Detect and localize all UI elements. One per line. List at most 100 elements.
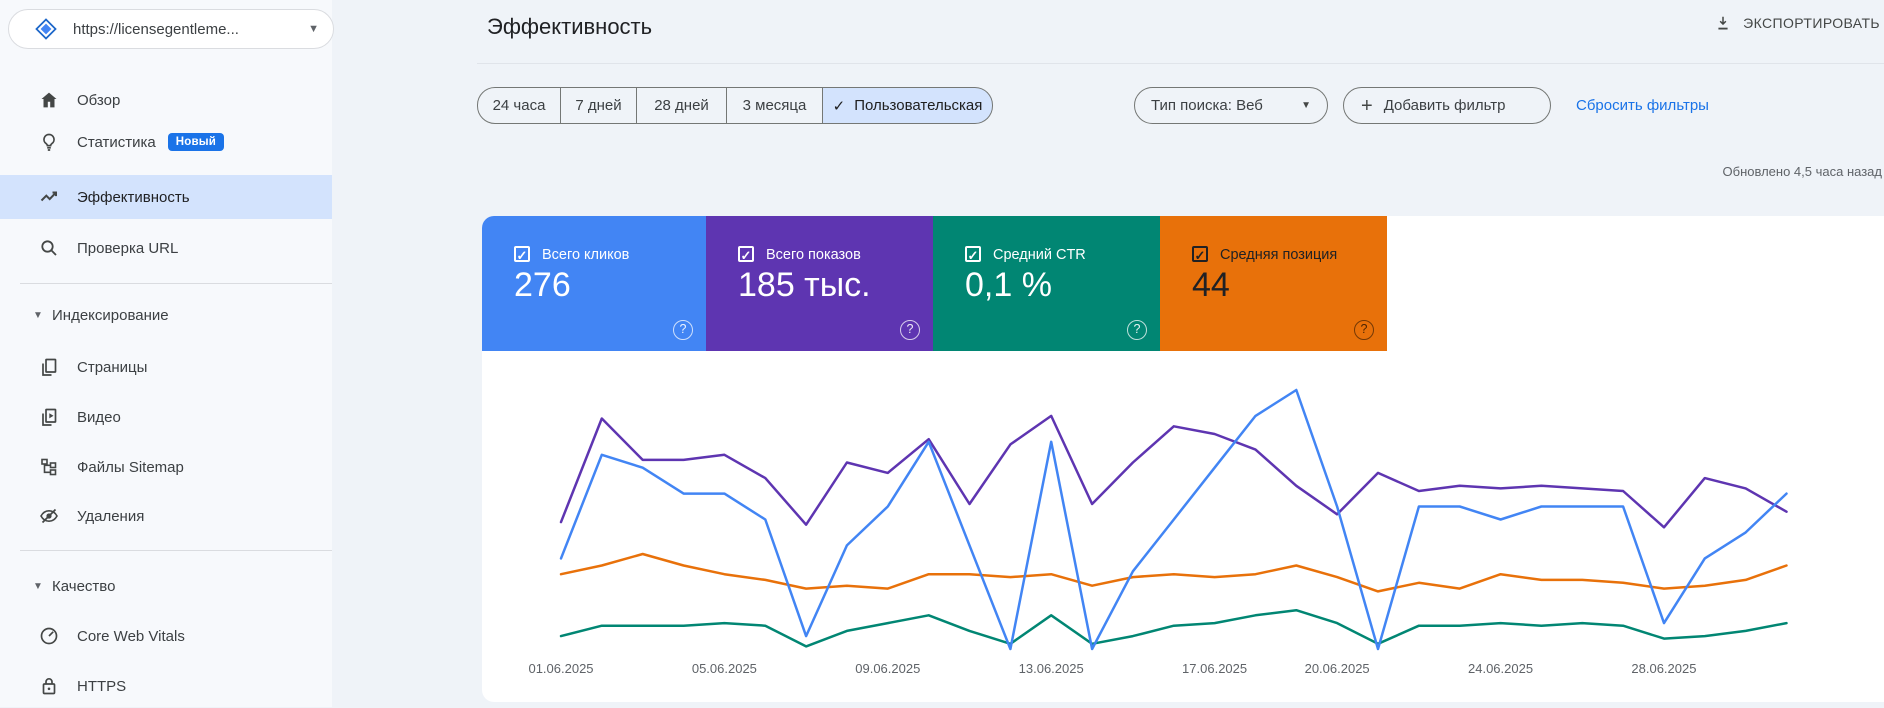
sidebar-divider	[20, 283, 332, 284]
sidebar-item-video[interactable]: Видео	[0, 395, 332, 439]
x-axis-label: 28.06.2025	[1631, 661, 1696, 676]
lock-icon	[37, 674, 61, 698]
date-range-label: 28 дней	[654, 97, 709, 114]
date-range-label: 7 дней	[575, 97, 621, 114]
sidebar-item-label: Core Web Vitals	[77, 628, 185, 645]
sidebar-item-insights[interactable]: Статистика Новый	[0, 120, 332, 164]
help-icon[interactable]: ?	[1127, 320, 1147, 340]
sidebar-item-overview[interactable]: Обзор	[0, 78, 332, 122]
sidebar: https://licensegentleme... ▼ Обзор Статис…	[0, 0, 332, 707]
x-axis-label: 05.06.2025	[692, 661, 757, 676]
search-type-label: Тип поиска: Веб	[1151, 97, 1263, 114]
gauge-icon	[37, 624, 61, 648]
new-badge: Новый	[168, 133, 224, 151]
triangle-down-icon: ▼	[33, 581, 43, 592]
last-updated-text: Обновлено 4,5 часа назад	[1723, 164, 1882, 179]
download-icon	[1713, 13, 1733, 33]
export-label: ЭКСПОРТИРОВАТЬ	[1743, 15, 1880, 31]
sidebar-section-label: Качество	[52, 578, 115, 595]
date-range-chip-1[interactable]: 24 часа	[477, 87, 561, 124]
pages-icon	[37, 355, 61, 379]
search-console-app: https://licensegentleme... ▼ Обзор Статис…	[0, 0, 1884, 707]
date-range-chip-5[interactable]: ✓ Пользовательская	[823, 87, 993, 124]
sidebar-item-removals[interactable]: Удаления	[0, 494, 332, 538]
sidebar-item-label: Файлы Sitemap	[77, 459, 184, 476]
video-icon	[37, 405, 61, 429]
performance-panel: ✓ Всего кликов 276? ✓ Всего показов 185 тыс.?…	[482, 216, 1884, 702]
help-icon[interactable]: ?	[673, 320, 693, 340]
metric-card-value: 44	[1192, 266, 1230, 305]
clicks-checkbox[interactable]: ✓	[514, 246, 530, 262]
metric-card-label: Всего показов	[766, 247, 861, 263]
sidebar-item-performance[interactable]: Эффективность	[0, 175, 332, 219]
search-icon	[37, 236, 61, 260]
sidebar-item-label: Обзор	[77, 92, 120, 109]
metric-card-label: Средний CTR	[993, 247, 1086, 263]
search-console-logo-icon	[33, 16, 59, 42]
sidebar-item-label: Статистика	[77, 134, 156, 151]
property-selector[interactable]: https://licensegentleme... ▼	[8, 9, 334, 49]
home-icon	[37, 88, 61, 112]
sidebar-item-pages[interactable]: Страницы	[0, 345, 332, 389]
impressions-checkbox[interactable]: ✓	[738, 246, 754, 262]
export-button[interactable]: ЭКСПОРТИРОВАТЬ	[1713, 13, 1880, 33]
reset-filters-link[interactable]: Сбросить фильтры	[1576, 87, 1709, 124]
date-range-chip-4[interactable]: 3 месяца	[727, 87, 823, 124]
metric-card-value: 0,1 %	[965, 266, 1052, 305]
sidebar-item-label: Видео	[77, 409, 121, 426]
page-title: Эффективность	[487, 14, 652, 40]
chart-line-ctr	[561, 610, 1787, 646]
sidebar-item-label: Эффективность	[77, 189, 190, 206]
x-axis-label: 20.06.2025	[1305, 661, 1370, 676]
x-axis-label: 24.06.2025	[1468, 661, 1533, 676]
property-url: https://licensegentleme...	[73, 21, 302, 38]
header-divider	[477, 63, 1884, 64]
date-range-label: Пользовательская	[854, 97, 982, 114]
add-filter-button[interactable]: + Добавить фильтр	[1343, 87, 1551, 124]
sidebar-item-url-inspection[interactable]: Проверка URL	[0, 226, 332, 270]
sidebar-item-label: Проверка URL	[77, 240, 178, 257]
sidebar-divider	[20, 550, 332, 551]
metric-card-clicks[interactable]: ✓ Всего кликов 276?	[482, 216, 706, 351]
date-range-label: 24 часа	[493, 97, 546, 114]
performance-chart[interactable]	[500, 375, 1840, 660]
help-icon[interactable]: ?	[900, 320, 920, 340]
chevron-down-icon: ▼	[1301, 100, 1311, 111]
sidebar-section-indexing[interactable]: ▼Индексирование	[0, 297, 332, 333]
plus-icon: +	[1361, 96, 1373, 116]
sidebar-item-core-web-vitals[interactable]: Core Web Vitals	[0, 614, 332, 658]
chart-line-clicks	[561, 390, 1787, 649]
sidebar-item-label: HTTPS	[77, 678, 126, 695]
performance-icon	[37, 185, 61, 209]
metric-card-position[interactable]: ✓Средняя позиция44?	[1160, 216, 1387, 351]
eye-off-icon	[37, 504, 61, 528]
sidebar-section-label: Индексирование	[52, 307, 169, 324]
sidebar-item-https[interactable]: HTTPS	[0, 664, 332, 708]
x-axis-label: 09.06.2025	[855, 661, 920, 676]
sitemap-icon	[37, 455, 61, 479]
metric-card-value: 185 тыс.	[738, 266, 871, 305]
x-axis-label: 17.06.2025	[1182, 661, 1247, 676]
sidebar-item-sitemaps[interactable]: Файлы Sitemap	[0, 445, 332, 489]
lightbulb-icon	[37, 130, 61, 154]
date-range-chip-3[interactable]: 28 дней	[637, 87, 727, 124]
metric-card-ctr[interactable]: ✓ Средний CTR 0,1 %?	[933, 216, 1160, 351]
check-icon: ✓	[833, 97, 846, 115]
chevron-down-icon: ▼	[308, 23, 319, 35]
add-filter-label: Добавить фильтр	[1384, 97, 1506, 114]
metric-card-value: 276	[514, 266, 571, 305]
search-type-filter[interactable]: Тип поиска: Веб ▼	[1134, 87, 1328, 124]
ctr-checkbox[interactable]: ✓	[965, 246, 981, 262]
help-icon[interactable]: ?	[1354, 320, 1374, 340]
chart-line-impressions	[561, 416, 1787, 527]
sidebar-section-quality[interactable]: ▼ Качество	[0, 568, 332, 604]
sidebar-item-label: Страницы	[77, 359, 147, 376]
sidebar-item-label: Удаления	[77, 508, 144, 525]
date-range-label: 3 месяца	[743, 97, 807, 114]
chart-line-position	[561, 554, 1787, 591]
date-range-chip-2[interactable]: 7 дней	[561, 87, 637, 124]
metric-card-label: Всего кликов	[542, 247, 629, 263]
position-checkbox[interactable]: ✓	[1192, 246, 1208, 262]
metric-card-impressions[interactable]: ✓ Всего показов 185 тыс.?	[706, 216, 933, 351]
x-axis-label: 13.06.2025	[1019, 661, 1084, 676]
